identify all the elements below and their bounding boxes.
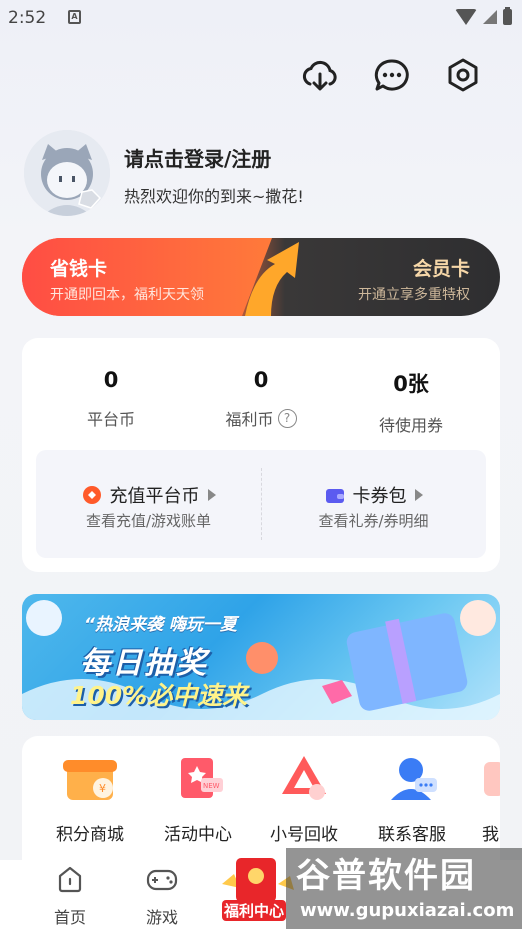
watermark-name: 谷普软件园	[296, 856, 476, 896]
recharge-button[interactable]: 充值平台币 查看充值/游戏账单	[36, 450, 261, 558]
signal-icon	[483, 10, 497, 24]
platform-coin-label: 平台币	[86, 410, 135, 429]
message-icon[interactable]	[372, 56, 412, 96]
arrow-up-icon	[245, 242, 299, 316]
status-indicators	[455, 7, 512, 26]
saving-card-title[interactable]: 省钱卡	[50, 254, 107, 281]
battery-icon	[503, 7, 512, 25]
shortcut-account-recycle[interactable]: 小号回收	[252, 752, 356, 845]
nav-games-label: 游戏	[145, 908, 178, 927]
shortcut-label: 积分商城	[56, 825, 124, 845]
member-card-subtitle: 开通立享多重特权	[358, 287, 470, 303]
wallet-card: 0 平台币 0 福利币 ? 0张 待使用券 充值平台币 查看充值/游戏账单 卡券…	[22, 338, 500, 572]
points-mall-icon: ¥	[59, 752, 121, 804]
settings-icon[interactable]	[443, 56, 483, 96]
banner-subtitle: 100%必中速来	[70, 681, 248, 710]
card-banner: 省钱卡 开通即回本，福利天天领 会员卡 开通立享多重特权	[22, 238, 500, 316]
welfare-coin-label: 福利币	[225, 410, 274, 429]
wallet-actions: 充值平台币 查看充值/游戏账单 卡券包 查看礼券/券明细	[36, 450, 486, 558]
gamepad-icon	[146, 869, 178, 891]
watermark: 谷普软件园 www.gupuxiazai.com	[286, 848, 522, 929]
help-icon[interactable]: ?	[277, 408, 297, 428]
platform-coin-stat[interactable]: 0 平台币	[36, 368, 186, 430]
recharge-subtitle: 查看充值/游戏账单	[85, 512, 212, 530]
welcome-text: 热烈欢迎你的到来~撒花!	[124, 187, 304, 206]
arrow-right-icon	[207, 489, 216, 501]
coupon-wallet-title: 卡券包	[352, 486, 407, 507]
welfare-coin-stat[interactable]: 0 福利币 ?	[186, 368, 336, 430]
coupon-wallet-button[interactable]: 卡券包 查看礼券/券明细	[261, 450, 486, 558]
shortcut-partial[interactable]: 我	[442, 752, 500, 845]
recharge-title: 充值平台币	[109, 486, 200, 507]
welfare-coin-value: 0	[253, 368, 269, 392]
status-time: 2:52	[8, 8, 47, 28]
wifi-icon	[455, 9, 477, 25]
shortcut-label: 活动中心	[164, 825, 232, 845]
coupon-label: 待使用券	[378, 416, 443, 435]
coupon-wallet-subtitle: 查看礼券/券明细	[318, 512, 429, 530]
svg-text:¥: ¥	[99, 782, 106, 795]
watermark-url: www.gupuxiazai.com	[300, 900, 515, 921]
shortcut-activity-center[interactable]: NEW 活动中心	[146, 752, 250, 845]
avatar[interactable]	[24, 130, 110, 216]
nav-games[interactable]: 游戏	[122, 864, 202, 928]
coupon-value: 0张	[393, 372, 429, 396]
banner-headline: “热浪来袭 嗨玩一夏	[84, 615, 237, 635]
nav-home-label: 首页	[53, 908, 86, 927]
shortcut-label: 小号回收	[270, 825, 338, 845]
shortcut-grid: ¥ 积分商城 NEW 活动中心 小号回收 联系客服 我	[22, 736, 500, 866]
status-bar: 2:52 A	[0, 0, 522, 36]
shortcut-label: 我	[482, 825, 499, 845]
customer-service-icon	[381, 752, 443, 804]
shortcut-points-mall[interactable]: ¥ 积分商城	[38, 752, 142, 845]
account-recycle-icon	[273, 752, 335, 804]
saving-card-subtitle: 开通即回本，福利天天领	[50, 287, 204, 303]
coupon-stat[interactable]: 0张 待使用券	[336, 368, 486, 436]
recharge-icon	[82, 486, 101, 504]
platform-coin-value: 0	[103, 368, 119, 392]
activity-center-icon: NEW	[167, 752, 229, 804]
nav-home[interactable]: 首页	[30, 864, 110, 928]
partial-icon	[478, 752, 500, 804]
login-register-link[interactable]: 请点击登录/注册	[124, 143, 271, 172]
member-card-title[interactable]: 会员卡	[413, 254, 470, 281]
home-icon	[58, 866, 82, 893]
sim-icon: A	[68, 10, 81, 24]
download-cloud-icon[interactable]	[300, 56, 340, 96]
lottery-banner[interactable]: “热浪来袭 嗨玩一夏 每日抽奖 100%必中速来	[22, 594, 500, 720]
arrow-right-icon	[414, 489, 423, 501]
svg-text:NEW: NEW	[203, 782, 220, 790]
wallet-icon	[325, 489, 344, 503]
nav-welfare-label: 福利中心	[222, 900, 287, 921]
